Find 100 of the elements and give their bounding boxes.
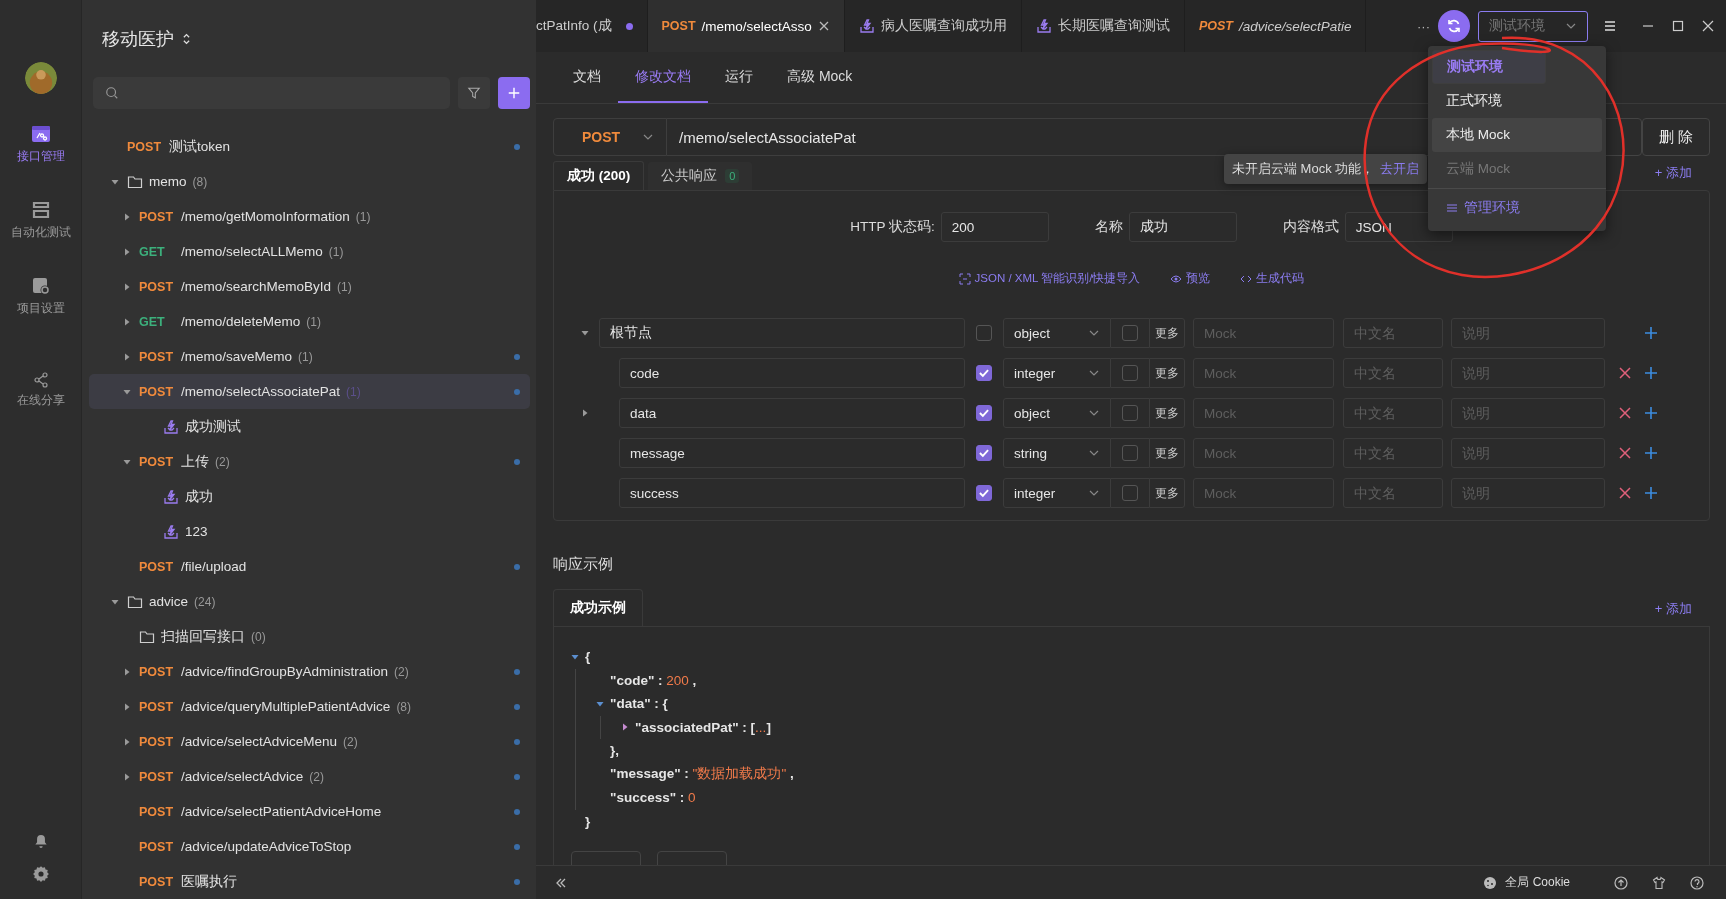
- manage-environments-link[interactable]: 管理环境: [1464, 199, 1520, 217]
- menu-item[interactable]: 本地 Mock: [1432, 118, 1602, 152]
- tree-item[interactable]: 扫描回写接口 (0): [89, 619, 530, 654]
- more-button[interactable]: 更多: [1149, 398, 1185, 428]
- required-checkbox[interactable]: [976, 445, 992, 461]
- type-select[interactable]: object: [1003, 398, 1111, 428]
- more-button[interactable]: 更多: [1149, 358, 1185, 388]
- add-icon[interactable]: [1644, 366, 1658, 380]
- tab[interactable]: 病人医嘱查询成功用: [844, 0, 1022, 52]
- cookie-button[interactable]: 全局 Cookie: [1505, 874, 1570, 891]
- field-name-input[interactable]: message: [619, 438, 965, 468]
- filter-button[interactable]: [458, 77, 490, 109]
- tab[interactable]: 高级 Mock: [770, 52, 870, 103]
- type-select[interactable]: integer: [1003, 478, 1111, 508]
- menu-item[interactable]: 正式环境: [1432, 84, 1602, 118]
- tree-item[interactable]: 成功测试: [89, 409, 530, 444]
- delete-icon[interactable]: [1618, 446, 1632, 460]
- caret-icon[interactable]: [123, 317, 131, 326]
- tab[interactable]: POST /advice/selectPatie: [1184, 0, 1367, 52]
- caret-icon[interactable]: [571, 652, 579, 661]
- tab[interactable]: 修改文档: [618, 52, 708, 103]
- field-name-input[interactable]: data: [619, 398, 965, 428]
- delete-icon[interactable]: [1618, 366, 1632, 380]
- tree-item[interactable]: POST /memo/getMomoInformation (1): [89, 199, 530, 234]
- caret-icon[interactable]: [123, 667, 131, 676]
- nullable-checkbox[interactable]: [1122, 405, 1138, 421]
- tree-item[interactable]: POST /memo/searchMemoById (1): [89, 269, 530, 304]
- action-button[interactable]: 删 除: [1641, 118, 1710, 156]
- nullable-checkbox[interactable]: [1122, 365, 1138, 381]
- tree-item[interactable]: POST 测试token: [89, 129, 530, 164]
- caret-icon[interactable]: [123, 282, 131, 291]
- nullable-checkbox[interactable]: [1122, 485, 1138, 501]
- tree-item[interactable]: POST 医嘱执行: [89, 864, 530, 899]
- sync-button[interactable]: [1438, 10, 1470, 42]
- field-name-input[interactable]: success: [619, 478, 965, 508]
- close-icon[interactable]: [1702, 20, 1714, 32]
- tab[interactable]: 长期医嘱查询测试: [1021, 0, 1185, 52]
- tab[interactable]: POST /memo/selectAsso: [647, 0, 845, 52]
- more-button[interactable]: 更多: [1149, 438, 1185, 468]
- more-button[interactable]: 更多: [1149, 478, 1185, 508]
- tree-item[interactable]: GET /memo/deleteMemo (1): [89, 304, 530, 339]
- tab[interactable]: ctPatInfo (成: [536, 0, 648, 52]
- method-select[interactable]: POST: [553, 118, 667, 156]
- caret-icon[interactable]: [111, 597, 119, 606]
- name-field[interactable]: 成功: [1128, 212, 1237, 242]
- type-select[interactable]: integer: [1003, 358, 1111, 388]
- type-select[interactable]: object: [1003, 318, 1111, 348]
- tab[interactable]: 运行: [708, 52, 770, 103]
- upload-icon[interactable]: [1614, 875, 1628, 890]
- tree-item[interactable]: POST /advice/queryMultiplePatientAdvice (8): [89, 689, 530, 724]
- tab[interactable]: 成功 (200): [553, 161, 645, 190]
- tree-item[interactable]: POST /advice/selectAdvice (2): [89, 759, 530, 794]
- field-name-input[interactable]: code: [619, 358, 965, 388]
- caret-icon[interactable]: [123, 457, 131, 466]
- caret-icon[interactable]: [123, 772, 131, 781]
- more-tabs-button[interactable]: ···: [1417, 18, 1430, 34]
- required-checkbox[interactable]: [976, 325, 992, 341]
- tree-item[interactable]: memo (8): [89, 164, 530, 199]
- tab[interactable]: 文档: [556, 52, 618, 103]
- tree-item[interactable]: 成功: [89, 479, 530, 514]
- more-button[interactable]: 更多: [1149, 318, 1185, 348]
- delete-icon[interactable]: [1618, 406, 1632, 420]
- nullable-checkbox[interactable]: [1122, 325, 1138, 341]
- settings-icon[interactable]: [31, 865, 50, 883]
- type-select[interactable]: string: [1003, 438, 1111, 468]
- tree-item[interactable]: POST /memo/selectAssociatePat (1): [89, 374, 530, 409]
- caret-icon[interactable]: [123, 702, 131, 711]
- sort-icon[interactable]: [182, 31, 191, 46]
- tab[interactable]: 成功示例: [553, 589, 643, 626]
- caret-icon[interactable]: [111, 177, 119, 186]
- field-name-input[interactable]: 根节点: [599, 318, 965, 348]
- required-checkbox[interactable]: [976, 405, 992, 421]
- caret-icon[interactable]: [581, 409, 589, 417]
- caret-icon[interactable]: [123, 352, 131, 361]
- add-icon[interactable]: [1644, 446, 1658, 460]
- maximize-icon[interactable]: [1672, 20, 1684, 32]
- tab[interactable]: 公共响应 0: [648, 162, 753, 190]
- caret-icon[interactable]: [123, 212, 131, 221]
- caret-icon[interactable]: [123, 737, 131, 746]
- close-icon[interactable]: [817, 20, 830, 32]
- tree-item[interactable]: advice (24): [89, 584, 530, 619]
- caret-icon[interactable]: [123, 247, 131, 256]
- tree-item[interactable]: POST 上传 (2): [89, 444, 530, 479]
- search-field[interactable]: [93, 77, 450, 109]
- add-link[interactable]: + 添加: [1654, 164, 1692, 182]
- shirt-icon[interactable]: [1652, 875, 1666, 890]
- add-link[interactable]: + 添加: [1654, 600, 1692, 618]
- status-code-field[interactable]: 200: [940, 212, 1049, 242]
- tree-item[interactable]: POST /advice/findGroupByAdministration (2): [89, 654, 530, 689]
- caret-icon[interactable]: [596, 699, 604, 708]
- help-icon[interactable]: [1690, 875, 1704, 890]
- tree-item[interactable]: POST /advice/selectPatientAdviceHome: [89, 794, 530, 829]
- project-title[interactable]: 移动医护: [102, 26, 174, 51]
- tree-item[interactable]: GET /memo/selectALLMemo (1): [89, 234, 530, 269]
- required-checkbox[interactable]: [976, 485, 992, 501]
- add-icon[interactable]: [1644, 486, 1658, 500]
- avatar[interactable]: [24, 62, 57, 94]
- tree-item[interactable]: POST /memo/saveMemo (1): [89, 339, 530, 374]
- tree-item[interactable]: POST /advice/updateAdviceToStop: [89, 829, 530, 864]
- add-button[interactable]: [498, 77, 530, 109]
